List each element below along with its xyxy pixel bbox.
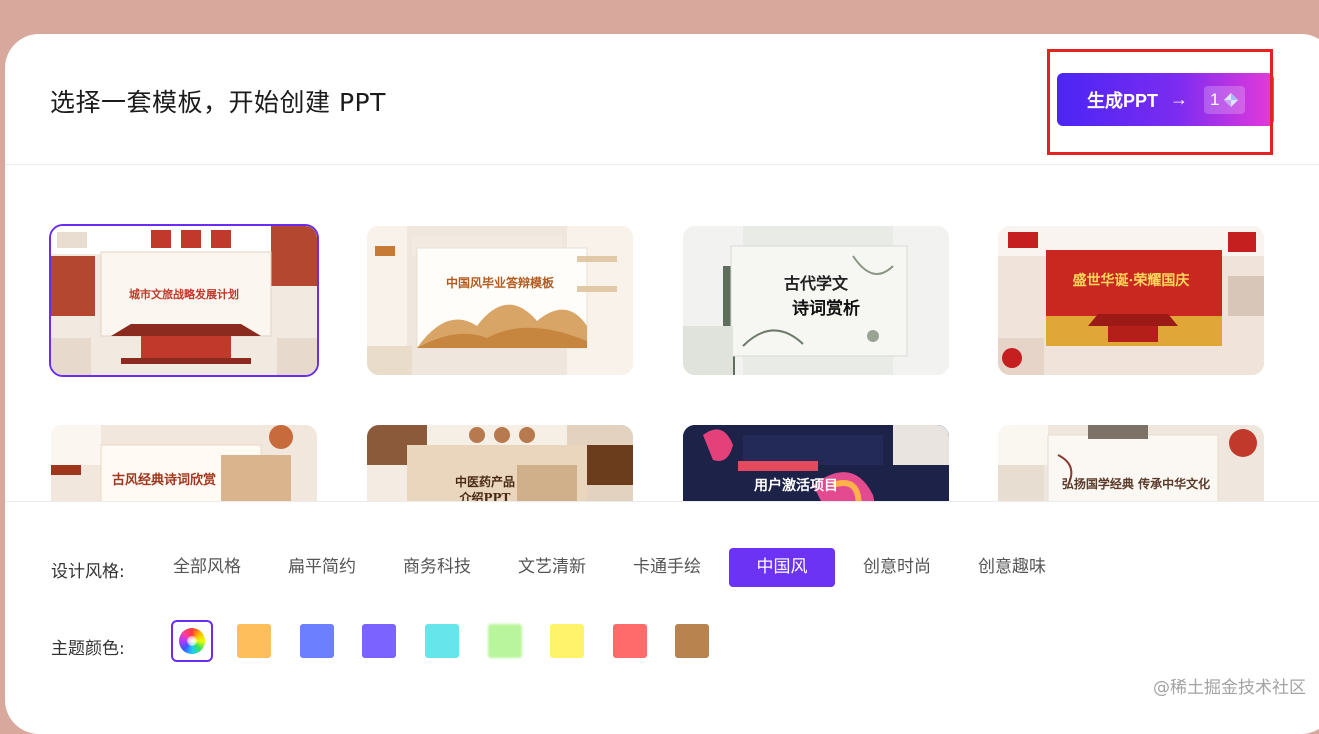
style-filter-label: 设计风格: [51, 562, 125, 582]
template-title: 盛世华诞·荣耀国庆 [1072, 273, 1190, 289]
page-title: 选择一套模板，开始创建 PPT [50, 88, 386, 117]
color-wheel-option[interactable] [171, 620, 213, 662]
divider [5, 501, 1319, 502]
style-option[interactable]: 全部风格 [159, 548, 255, 587]
watermark: @稀土掘金技术社区 [1153, 678, 1306, 698]
color-swatch[interactable] [300, 624, 334, 658]
template-card[interactable]: 盛世华诞·荣耀国庆 [998, 226, 1264, 375]
color-wheel-icon [179, 628, 205, 654]
template-thumbnail-icon [998, 226, 1264, 375]
color-swatch[interactable] [488, 624, 522, 658]
style-option[interactable]: 扁平简约 [274, 548, 370, 587]
template-thumbnail-icon [51, 425, 317, 501]
color-swatch[interactable] [675, 624, 709, 658]
style-option[interactable]: 创意趣味 [964, 548, 1060, 587]
color-swatch[interactable] [237, 624, 271, 658]
style-option[interactable]: 卡通手绘 [619, 548, 715, 587]
color-swatch[interactable] [362, 624, 396, 658]
template-title-line2: 诗词赏析 [792, 299, 860, 319]
template-title-line1: 古代学文 [783, 274, 848, 293]
color-swatch[interactable] [550, 624, 584, 658]
style-option[interactable]: 商务科技 [389, 548, 485, 587]
template-title-line1: 中医药产品 [454, 475, 515, 489]
color-filter-label: 主题颜色: [51, 639, 125, 659]
template-title: 城市文旅战略发展计划 [129, 288, 239, 301]
template-title: 古风经典诗词欣赏 [111, 473, 216, 488]
template-card[interactable]: 中医药产品 介绍PPT [367, 425, 633, 501]
color-swatch[interactable] [425, 624, 459, 658]
style-option[interactable]: 创意时尚 [849, 548, 945, 587]
template-grid: 城市文旅战略发展计划 中国风毕业答辩模板 古代学文 诗词赏析 盛世华诞·荣耀国庆… [0, 165, 1319, 501]
template-card[interactable]: 古代学文 诗词赏析 [683, 226, 949, 375]
template-title: 用户激活项目 [754, 478, 838, 494]
template-title: 中国风毕业答辩模板 [445, 276, 554, 290]
color-swatch[interactable] [613, 624, 647, 658]
style-option[interactable]: 文艺清新 [504, 548, 600, 587]
template-title: 弘扬国学经典 传承中华文化 [1061, 477, 1211, 491]
highlight-box [1047, 49, 1273, 155]
template-title-line2: 介绍PPT [459, 491, 511, 501]
template-card[interactable]: 中国风毕业答辩模板 [367, 226, 633, 375]
template-card[interactable]: 城市文旅战略发展计划 [49, 224, 319, 377]
template-card[interactable]: 用户激活项目 [683, 425, 949, 501]
template-card[interactable]: 古风经典诗词欣赏 [51, 425, 317, 501]
template-card[interactable]: 弘扬国学经典 传承中华文化 [998, 425, 1264, 501]
style-option-active[interactable]: 中国风 [729, 548, 835, 587]
template-thumbnail-icon [367, 226, 633, 375]
